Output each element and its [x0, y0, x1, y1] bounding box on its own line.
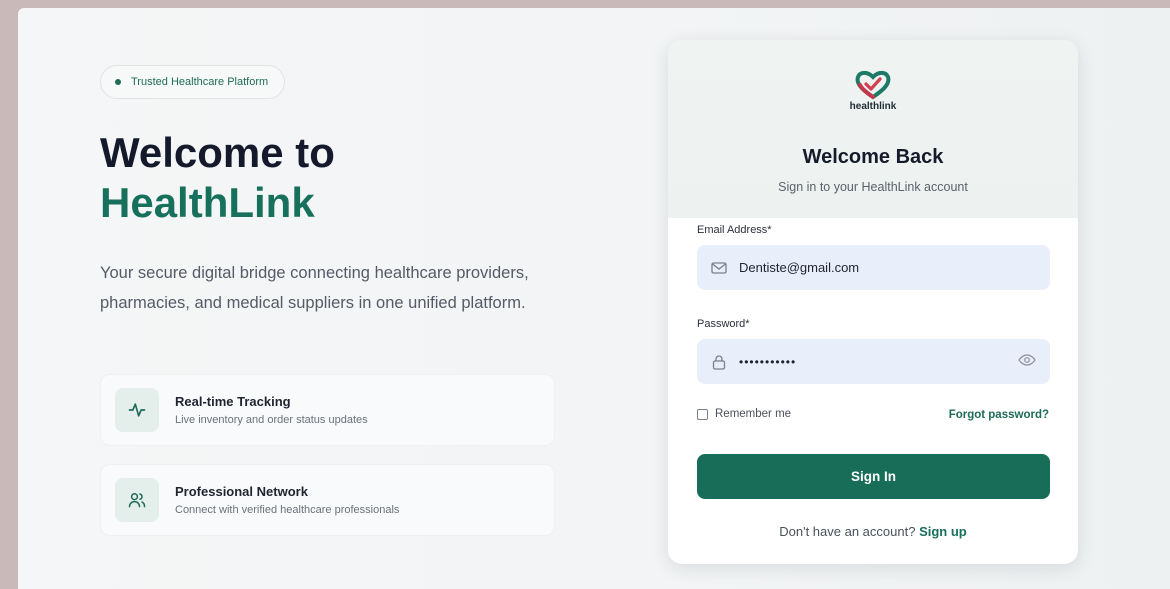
badge-dot-icon	[115, 79, 121, 85]
users-icon	[115, 478, 159, 522]
login-card: healthlink Welcome Back Sign in to your …	[668, 40, 1078, 564]
activity-icon	[115, 388, 159, 432]
mail-icon	[711, 261, 727, 275]
card-title: Welcome Back	[802, 146, 944, 168]
login-page: Trusted Healthcare Platform Welcome to H…	[18, 8, 1170, 589]
hero-title-line1: Welcome to	[100, 129, 335, 176]
sign-up-link[interactable]: Sign up	[919, 524, 967, 539]
email-value: Dentiste@gmail.com	[739, 260, 860, 275]
remember-label: Remember me	[715, 408, 792, 420]
password-field[interactable]: •••••••••••	[697, 339, 1050, 384]
signup-prompt-text: Don't have an account?	[779, 524, 916, 539]
card-header: healthlink Welcome Back Sign in to your …	[668, 40, 1078, 218]
feature-title: Real-time Tracking	[175, 394, 291, 409]
sign-in-button[interactable]: Sign In	[697, 454, 1050, 499]
hero-title-brand: HealthLink	[100, 179, 315, 226]
feature-card-tracking: Real-time Tracking Live inventory and or…	[100, 374, 555, 446]
lock-icon	[711, 354, 727, 370]
password-value: •••••••••••	[739, 354, 797, 369]
signup-prompt: Don't have an account? Sign up	[668, 524, 1078, 539]
heart-logo-icon	[855, 70, 891, 100]
email-label: Email Address*	[697, 224, 772, 236]
hero-title: Welcome to HealthLink	[100, 128, 335, 228]
eye-icon[interactable]	[1018, 353, 1036, 367]
password-label: Password*	[697, 318, 750, 330]
hero-description: Your secure digital bridge connecting he…	[100, 264, 529, 312]
remember-me[interactable]: Remember me	[697, 408, 791, 420]
trusted-badge: Trusted Healthcare Platform	[100, 65, 286, 99]
feature-card-network: Professional Network Connect with verifi…	[100, 464, 555, 536]
remember-checkbox[interactable]	[697, 408, 708, 420]
feature-subtitle: Connect with verified healthcare profess…	[175, 504, 400, 516]
forgot-password-link[interactable]: Forgot password?	[949, 409, 1049, 421]
card-subtitle: Sign in to your HealthLink account	[778, 180, 968, 194]
logo-text: healthlink	[849, 101, 897, 112]
healthlink-logo: healthlink	[668, 70, 1078, 112]
feature-title: Professional Network	[175, 484, 308, 499]
email-field[interactable]: Dentiste@gmail.com	[697, 245, 1050, 290]
feature-subtitle: Live inventory and order status updates	[175, 414, 368, 426]
badge-label: Trusted Healthcare Platform	[131, 76, 269, 88]
